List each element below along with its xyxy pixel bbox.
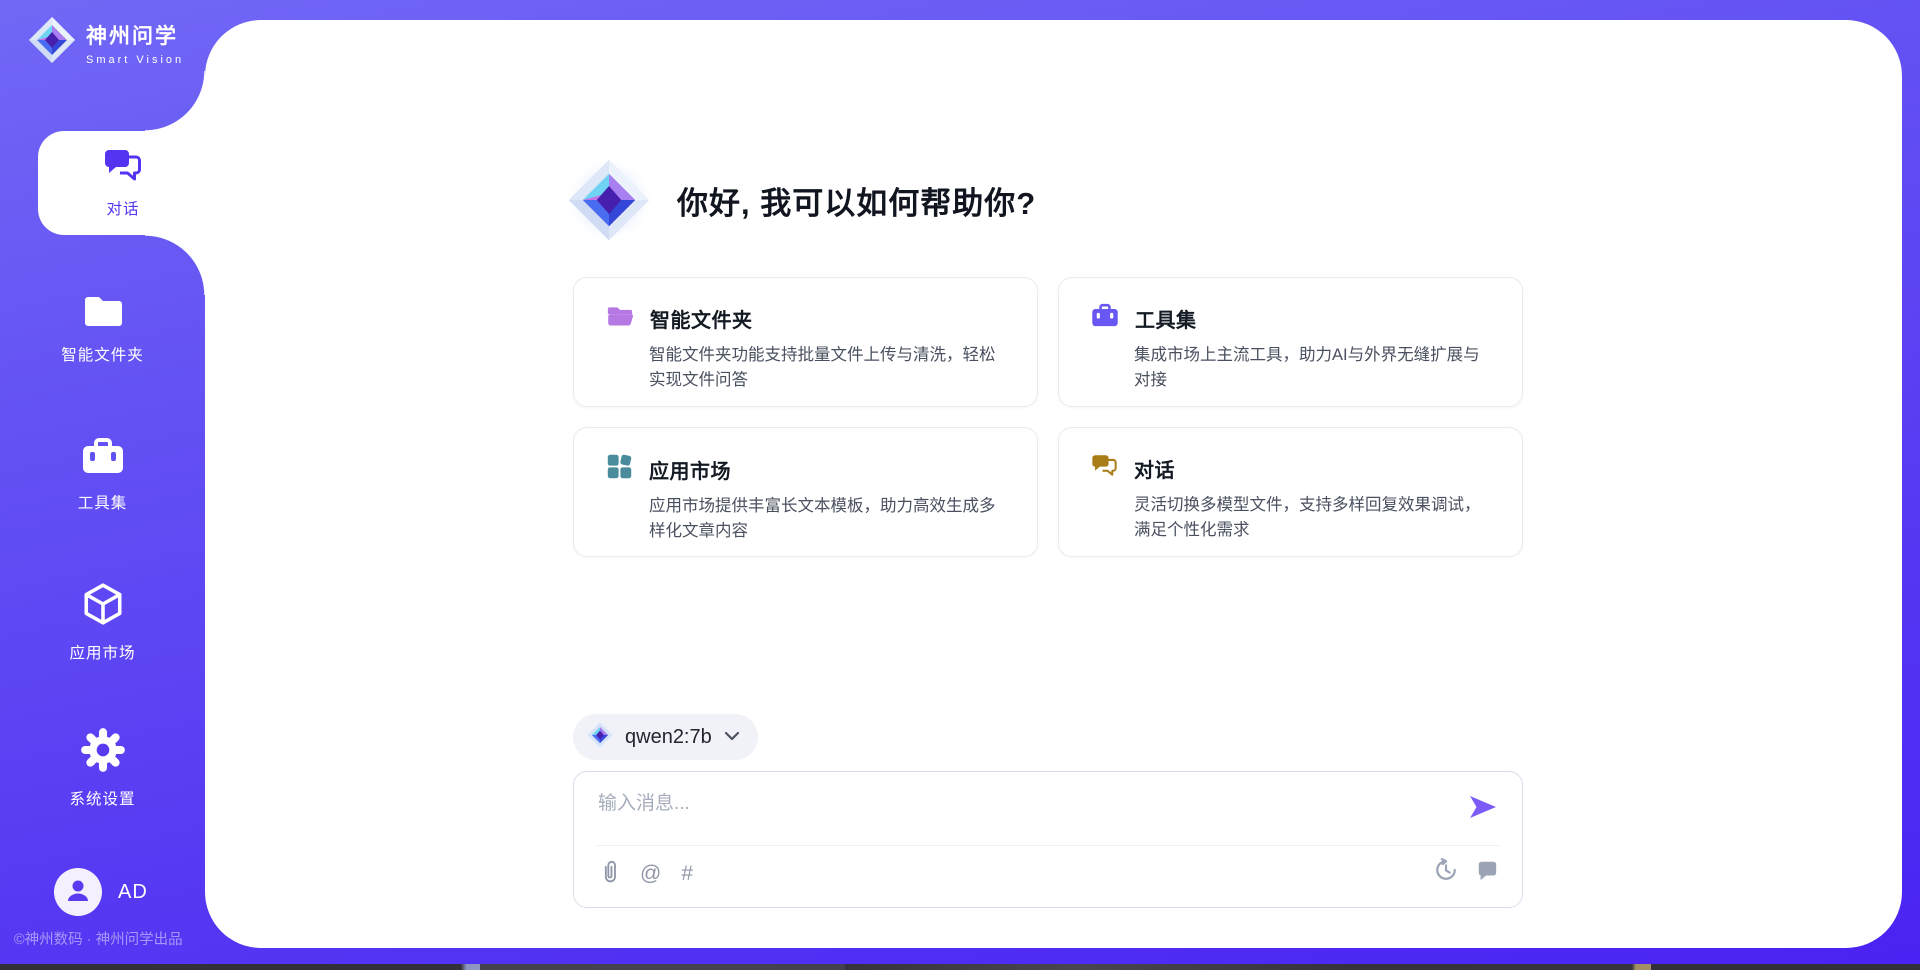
chat-icon bbox=[103, 147, 143, 190]
app-grid-icon bbox=[606, 453, 633, 485]
attach-button[interactable] bbox=[600, 858, 620, 889]
paperclip-icon bbox=[600, 858, 620, 889]
quick-reply-button[interactable] bbox=[1476, 859, 1498, 886]
mention-icon[interactable]: @ bbox=[640, 861, 661, 887]
feature-cards: 智能文件夹 智能文件夹功能支持批量文件上传与清洗，轻松实现文件问答 工具集 集成… bbox=[573, 277, 1525, 557]
taskbar-edge bbox=[0, 964, 1920, 970]
composer-actions bbox=[1434, 858, 1498, 887]
history-icon bbox=[1434, 858, 1458, 887]
sidebar-item-smart-folder[interactable]: 智能文件夹 bbox=[0, 291, 205, 365]
composer-toolbar: @ # bbox=[600, 858, 693, 889]
chat-icon bbox=[1091, 453, 1118, 484]
message-input[interactable] bbox=[598, 788, 1448, 834]
cube-icon bbox=[80, 581, 126, 632]
composer: @ # bbox=[573, 771, 1523, 908]
sidebar-item-settings[interactable]: 系统设置 bbox=[0, 727, 205, 809]
diamond-logo-icon bbox=[587, 722, 613, 753]
user-profile[interactable]: AD bbox=[54, 868, 148, 916]
greeting-title: 你好, 我可以如何帮助你? bbox=[677, 178, 1036, 223]
card-description: 应用市场提供丰富长文本模板，助力高效生成多样化文章内容 bbox=[649, 494, 1009, 544]
avatar bbox=[54, 868, 102, 916]
sidebar-item-label: 系统设置 bbox=[69, 787, 135, 809]
sidebar-item-label: 工具集 bbox=[78, 491, 128, 513]
folder-icon bbox=[81, 291, 125, 334]
sidebar-item-label: 对话 bbox=[106, 197, 139, 219]
topic-hash-icon[interactable]: # bbox=[681, 861, 693, 887]
card-description: 智能文件夹功能支持批量文件上传与清洗，轻松实现文件问答 bbox=[649, 343, 1009, 393]
sidebar-item-app-market[interactable]: 应用市场 bbox=[0, 581, 205, 663]
card-app-market[interactable]: 应用市场 应用市场提供丰富长文本模板，助力高效生成多样化文章内容 bbox=[573, 427, 1038, 557]
briefcase-icon bbox=[81, 437, 125, 482]
model-selector[interactable]: qwen2:7b bbox=[573, 714, 758, 760]
app-root: 神州问学 Smart Vision 对话 智能文件夹 bbox=[0, 0, 1920, 970]
sidebar-item-label: 智能文件夹 bbox=[61, 343, 144, 365]
speech-bubble-icon bbox=[1476, 859, 1498, 886]
card-title: 智能文件夹 bbox=[650, 304, 753, 333]
brand: 神州问学 Smart Vision bbox=[28, 16, 184, 69]
card-title: 工具集 bbox=[1135, 304, 1197, 333]
composer-divider bbox=[596, 845, 1500, 846]
open-folder-icon bbox=[606, 303, 634, 334]
tab-flare-bottom bbox=[145, 235, 205, 295]
sidebar-footer: ©神州数码 · 神州问学出品 bbox=[14, 928, 198, 949]
card-title: 应用市场 bbox=[649, 455, 731, 484]
sidebar: 神州问学 Smart Vision 对话 智能文件夹 bbox=[0, 0, 205, 970]
card-smart-folder[interactable]: 智能文件夹 智能文件夹功能支持批量文件上传与清洗，轻松实现文件问答 bbox=[573, 277, 1038, 407]
card-title: 对话 bbox=[1134, 454, 1175, 483]
tab-flare-top bbox=[145, 71, 205, 131]
briefcase-icon bbox=[1091, 303, 1119, 334]
brand-subtitle: Smart Vision bbox=[86, 54, 184, 66]
model-name: qwen2:7b bbox=[625, 726, 712, 749]
card-description: 灵活切换多模型文件，支持多样回复效果调试，满足个性化需求 bbox=[1134, 493, 1494, 543]
send-button[interactable] bbox=[1468, 794, 1500, 822]
sidebar-item-label: 应用市场 bbox=[69, 641, 135, 663]
diamond-logo-icon bbox=[567, 158, 651, 242]
user-initials: AD bbox=[118, 881, 148, 904]
brand-name: 神州问学 bbox=[86, 20, 184, 50]
sidebar-item-chat[interactable]: 对话 bbox=[38, 131, 208, 235]
card-toolset[interactable]: 工具集 集成市场上主流工具，助力AI与外界无缝扩展与对接 bbox=[1058, 277, 1523, 407]
diamond-logo-icon bbox=[28, 16, 76, 69]
chevron-down-icon bbox=[724, 728, 740, 746]
greeting: 你好, 我可以如何帮助你? bbox=[567, 158, 1036, 242]
gear-icon bbox=[80, 727, 126, 778]
card-description: 集成市场上主流工具，助力AI与外界无缝扩展与对接 bbox=[1134, 343, 1494, 393]
person-icon bbox=[63, 875, 93, 910]
sidebar-item-toolset[interactable]: 工具集 bbox=[0, 437, 205, 513]
history-button[interactable] bbox=[1434, 858, 1458, 887]
card-chat[interactable]: 对话 灵活切换多模型文件，支持多样回复效果调试，满足个性化需求 bbox=[1058, 427, 1523, 557]
